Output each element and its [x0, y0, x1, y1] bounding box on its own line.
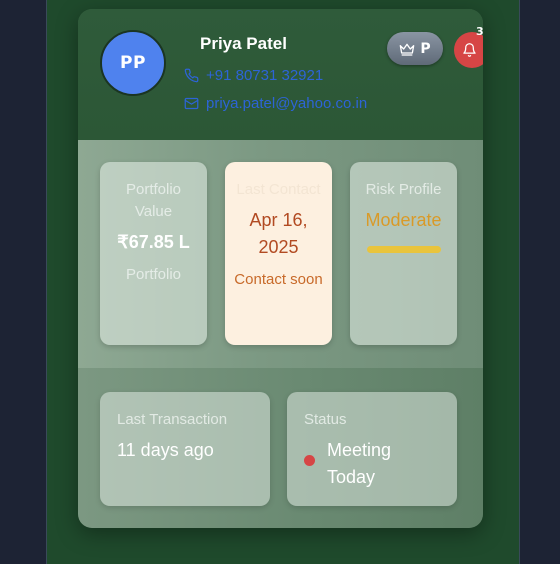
email-link[interactable]: priya.patel@yahoo.co.in — [184, 95, 367, 112]
phone-icon — [184, 68, 199, 83]
risk-profile-card[interactable]: Risk Profile Moderate — [350, 162, 457, 345]
portfolio-value-card[interactable]: Portfolio Value ₹67.85 L Portfolio — [100, 162, 207, 345]
portfolio-value-label: Portfolio Value — [125, 181, 182, 220]
status-value: Meeting Today — [327, 440, 392, 487]
last-transaction-value: 11 days ago — [117, 440, 214, 460]
portfolio-sub: Portfolio — [125, 266, 182, 283]
metrics-row: Portfolio Value ₹67.85 L Portfolio Last … — [78, 140, 483, 368]
risk-level-bar — [366, 246, 441, 253]
client-name: Priya Patel — [200, 34, 287, 53]
info-row: Last Transaction 11 days ago Status Meet… — [78, 368, 483, 528]
last-contact-label: Last Contact — [236, 181, 321, 198]
contact-reminder: Contact soon — [234, 271, 323, 288]
phone-number: +91 80731 32921 — [206, 67, 324, 84]
plan-badge[interactable]: P — [387, 32, 443, 65]
risk-profile-value: Moderate — [365, 210, 442, 230]
mail-icon — [184, 97, 199, 110]
bell-icon — [462, 43, 476, 57]
last-contact-date: Apr 16, 2025 — [249, 210, 308, 257]
risk-profile-label: Risk Profile — [365, 181, 442, 198]
client-header: PP Priya Patel +91 80731 32921 priya.pat… — [78, 9, 483, 140]
status-card[interactable]: Status Meeting Today — [287, 392, 457, 506]
avatar[interactable]: PP — [100, 30, 166, 96]
last-contact-card[interactable]: Last Contact Apr 16, 2025 Contact soon — [225, 162, 332, 345]
phone-link[interactable]: +91 80731 32921 — [184, 67, 323, 84]
email-address: priya.patel@yahoo.co.in — [206, 95, 368, 112]
plan-letter: P — [420, 40, 431, 57]
portfolio-value: ₹67.85 L — [117, 232, 190, 252]
status-indicator-dot — [304, 455, 315, 466]
last-transaction-card[interactable]: Last Transaction 11 days ago — [100, 392, 270, 506]
last-transaction-label: Last Transaction — [117, 411, 228, 428]
crown-icon — [400, 43, 415, 56]
client-card[interactable]: PP Priya Patel +91 80731 32921 priya.pat… — [78, 9, 483, 528]
app-frame: PP Priya Patel +91 80731 32921 priya.pat… — [46, 0, 520, 564]
notification-count: 3 — [476, 25, 483, 38]
status-label: Status — [304, 411, 347, 428]
